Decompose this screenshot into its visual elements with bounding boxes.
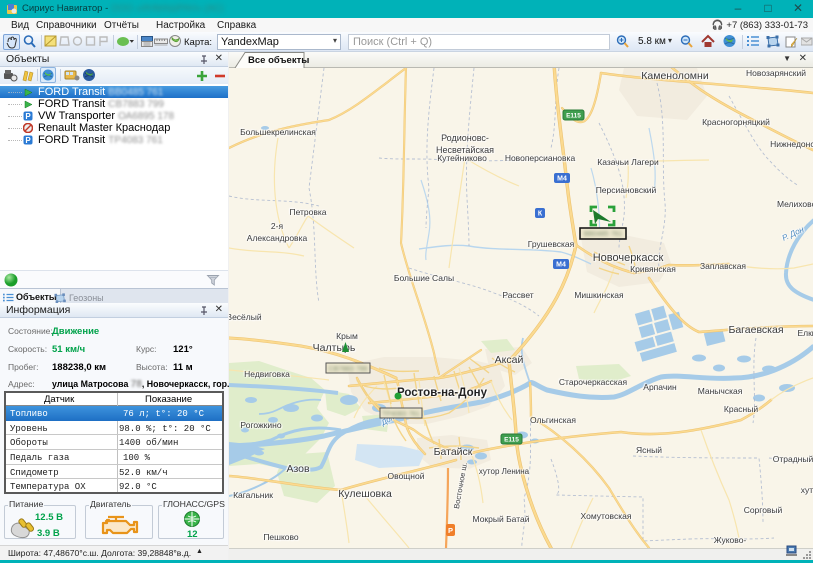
svg-text:Хомутовская: Хомутовская bbox=[581, 511, 632, 521]
svg-text:Большекрелинская: Большекрелинская bbox=[240, 127, 316, 137]
svg-text:Ростов-на-Дону: Ростов-на-Дону bbox=[397, 387, 488, 399]
svg-text:Елки: Елки bbox=[797, 328, 813, 338]
svg-text:Азов: Азов bbox=[286, 463, 310, 475]
svg-text:М4: М4 bbox=[557, 176, 567, 183]
svg-text:E115: E115 bbox=[566, 113, 581, 120]
svg-text:Нижнедонская: Нижнедонская bbox=[770, 139, 813, 149]
svg-text:Грушевская: Грушевская bbox=[528, 239, 575, 249]
svg-text:Казачьи Лагери: Казачьи Лагери bbox=[597, 157, 659, 167]
svg-text:Родионовс-: Родионовс- bbox=[441, 133, 489, 143]
svg-text:Каменоломни: Каменоломни bbox=[641, 70, 709, 82]
svg-text:Ольгинская: Ольгинская bbox=[530, 415, 576, 425]
svg-text:Весёлый: Весёлый bbox=[229, 312, 262, 322]
svg-text:Р: Р bbox=[448, 526, 453, 535]
svg-text:Недвиговка: Недвиговка bbox=[244, 369, 290, 379]
svg-text:P: P bbox=[25, 136, 31, 145]
svg-text:Жуково-: Жуково- bbox=[714, 535, 747, 545]
svg-text:Кулешовка: Кулешовка bbox=[338, 488, 392, 500]
svg-text:Аксай: Аксай bbox=[495, 354, 524, 366]
svg-text:Арпачин: Арпачин bbox=[643, 382, 677, 392]
svg-text:Чалтырь: Чалтырь bbox=[313, 342, 356, 354]
svg-text:Старочеркасская: Старочеркасская bbox=[559, 377, 628, 387]
svg-text:Пешково: Пешково bbox=[263, 532, 299, 542]
svg-text:Батайск: Батайск bbox=[434, 446, 473, 458]
svg-text:Александровка: Александровка bbox=[247, 233, 308, 243]
svg-text:ВВ0485 761: ВВ0485 761 bbox=[584, 231, 623, 238]
svg-text:Красногорняцкий: Красногорняцкий bbox=[702, 117, 770, 127]
svg-text:СВ7883 799: СВ7883 799 bbox=[329, 366, 368, 373]
svg-text:Мокрый Батай: Мокрый Батай bbox=[473, 514, 530, 524]
svg-text:хутор Ленина: хутор Ленина bbox=[479, 467, 530, 476]
svg-text:ТР4083 761: ТР4083 761 bbox=[382, 411, 420, 418]
svg-text:Красный: Красный bbox=[724, 404, 758, 414]
svg-text:2-я: 2-я bbox=[271, 221, 284, 231]
svg-text:Отрадный: Отрадный bbox=[773, 454, 813, 464]
svg-text:E115: E115 bbox=[504, 437, 519, 444]
svg-text:Мишкинская: Мишкинская bbox=[574, 290, 624, 300]
svg-text:Кутейниково: Кутейниково bbox=[437, 153, 487, 163]
svg-text:Рассвет: Рассвет bbox=[502, 290, 533, 300]
svg-text:Крым: Крым bbox=[336, 331, 358, 341]
svg-text:Ясный: Ясный bbox=[636, 445, 662, 455]
svg-text:Новочеркасск: Новочеркасск bbox=[593, 252, 664, 264]
svg-text:Большие Салы: Большие Салы bbox=[394, 273, 454, 283]
svg-text:Новозарянский: Новозарянский bbox=[746, 68, 806, 78]
svg-text:Заплавская: Заплавская bbox=[700, 261, 746, 271]
svg-text:Манычская: Манычская bbox=[698, 386, 743, 396]
svg-text:Овощной: Овощной bbox=[388, 471, 425, 481]
svg-text:Персиановский: Персиановский bbox=[596, 185, 657, 195]
svg-text:Сорговый: Сорговый bbox=[744, 505, 783, 515]
svg-text:Багаевская: Багаевская bbox=[728, 324, 783, 336]
svg-text:Новоперсиановка: Новоперсиановка bbox=[505, 153, 576, 163]
svg-text:К: К bbox=[538, 211, 543, 218]
svg-text:Петровка: Петровка bbox=[289, 207, 326, 217]
svg-text:P: P bbox=[25, 112, 31, 121]
svg-text:Мелиховская: Мелиховская bbox=[777, 199, 813, 209]
svg-text:М4: М4 bbox=[556, 262, 566, 269]
svg-text:хут: хут bbox=[801, 485, 813, 495]
svg-text:Кагальник: Кагальник bbox=[233, 490, 273, 500]
svg-text:Рогожкино: Рогожкино bbox=[240, 420, 281, 430]
svg-text:Кривянская: Кривянская bbox=[630, 264, 676, 274]
